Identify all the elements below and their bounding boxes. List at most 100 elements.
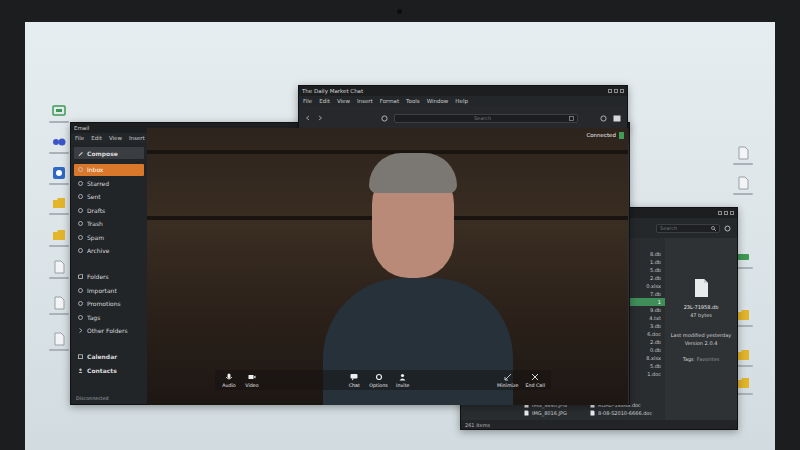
app-icon[interactable] bbox=[736, 250, 750, 264]
file-item[interactable]: IMG_8016.JPG bbox=[524, 409, 586, 417]
desktop-shortcut[interactable] bbox=[47, 228, 71, 247]
back-icon[interactable] bbox=[305, 115, 311, 121]
call-control-button[interactable]: Audio bbox=[221, 373, 237, 388]
app-icon[interactable] bbox=[52, 135, 66, 149]
refresh-icon[interactable] bbox=[381, 115, 388, 122]
mailbox-item[interactable]: Trash bbox=[74, 218, 144, 230]
folder-icon[interactable] bbox=[52, 228, 66, 242]
chat-window: The Daily Market ChatFileEditViewInsertF… bbox=[298, 85, 628, 130]
menu-item[interactable]: File bbox=[303, 98, 312, 104]
mailbox-item[interactable]: Drafts bbox=[74, 204, 144, 216]
desktop-shortcut[interactable] bbox=[47, 135, 71, 154]
window-control-icon[interactable] bbox=[614, 89, 618, 93]
compose-button[interactable]: Compose bbox=[74, 147, 144, 159]
window-control-icon[interactable] bbox=[724, 211, 728, 215]
desktop-shortcut[interactable] bbox=[47, 166, 71, 185]
video-frame: Connected Audio Video Chat Options Invite Mini… bbox=[147, 128, 628, 405]
window-control-icon[interactable] bbox=[620, 89, 624, 93]
menu-item[interactable]: View bbox=[109, 135, 122, 141]
mailbox-label: Inbox bbox=[87, 166, 103, 173]
window-control-icon[interactable] bbox=[730, 211, 734, 215]
desktop-shortcut[interactable] bbox=[47, 332, 71, 351]
search-icon bbox=[711, 226, 716, 231]
folder-icon[interactable] bbox=[52, 196, 66, 210]
mailbox-icon bbox=[78, 194, 83, 199]
search-field[interactable] bbox=[394, 114, 578, 123]
mailbox-item[interactable]: Spam bbox=[74, 231, 144, 243]
menu-item[interactable]: Tools bbox=[406, 98, 420, 104]
window-control-icon[interactable] bbox=[718, 211, 722, 215]
call-control-button[interactable]: Invite bbox=[395, 373, 411, 388]
other-folders-label: Other Folders bbox=[87, 327, 128, 334]
profile-icon[interactable] bbox=[613, 115, 621, 122]
desktop-shortcut[interactable] bbox=[47, 196, 71, 215]
folder-icon[interactable] bbox=[736, 376, 750, 390]
file-icon bbox=[590, 410, 595, 416]
document-icon[interactable] bbox=[52, 296, 66, 310]
document-icon[interactable] bbox=[736, 176, 750, 190]
call-control-button[interactable]: Chat bbox=[346, 373, 362, 388]
menu-item[interactable]: Format bbox=[380, 98, 399, 104]
desktop-shortcut[interactable] bbox=[47, 104, 71, 123]
mailbox-item[interactable]: Sent bbox=[74, 191, 144, 203]
app-item[interactable]: Contacts bbox=[74, 364, 144, 376]
other-folders[interactable]: Other Folders bbox=[74, 325, 144, 337]
call-control-button[interactable]: Options bbox=[369, 373, 388, 388]
document-icon[interactable] bbox=[52, 332, 66, 346]
search-field[interactable] bbox=[656, 224, 720, 233]
menu-item[interactable]: Insert bbox=[129, 135, 145, 141]
folder-icon[interactable] bbox=[736, 348, 750, 362]
control-label: Invite bbox=[396, 383, 409, 388]
search-input[interactable] bbox=[660, 225, 709, 231]
camera bbox=[397, 9, 402, 14]
control-group: Minimize End Call bbox=[497, 373, 545, 388]
menu-item[interactable]: View bbox=[337, 98, 350, 104]
mailbox-label: Starred bbox=[87, 180, 109, 187]
call-control-button[interactable]: Video bbox=[244, 373, 260, 388]
window-control-icon[interactable] bbox=[608, 89, 612, 93]
desktop-shortcut[interactable] bbox=[47, 296, 71, 315]
mailbox-item[interactable]: Inbox bbox=[74, 164, 144, 176]
folder-item[interactable]: Important bbox=[74, 284, 144, 296]
clear-icon[interactable] bbox=[569, 116, 574, 121]
mailbox-label: Sent bbox=[87, 193, 101, 200]
menu-item[interactable]: Window bbox=[427, 98, 449, 104]
search-input[interactable] bbox=[398, 115, 567, 121]
menu-item[interactable]: File bbox=[75, 135, 84, 141]
folder-item[interactable]: Promotions bbox=[74, 298, 144, 310]
menu-item[interactable]: Edit bbox=[91, 135, 102, 141]
call-control-button[interactable]: Minimize bbox=[497, 373, 518, 388]
folder-item[interactable]: Tags bbox=[74, 311, 144, 323]
tags-value[interactable]: Favorites bbox=[697, 356, 720, 362]
folder-icon bbox=[78, 315, 83, 320]
call-controls: Audio Video Chat Options Invite Minimize End C… bbox=[215, 370, 551, 390]
file-name: 5.db bbox=[650, 363, 661, 369]
mailbox-item[interactable]: Archive bbox=[74, 245, 144, 257]
window-controls bbox=[608, 89, 624, 93]
folders-heading[interactable]: Folders bbox=[74, 271, 144, 283]
gear-icon bbox=[375, 373, 383, 381]
desktop-shortcut[interactable] bbox=[731, 176, 755, 195]
call-status-label: Connected bbox=[586, 132, 616, 138]
menu-item[interactable]: Edit bbox=[319, 98, 330, 104]
desktop-shortcut[interactable] bbox=[731, 146, 755, 165]
help-icon[interactable] bbox=[600, 115, 607, 122]
menu-item[interactable]: Insert bbox=[357, 98, 373, 104]
desktop-shortcut[interactable] bbox=[47, 260, 71, 279]
app-icon[interactable] bbox=[52, 166, 66, 180]
document-icon[interactable] bbox=[736, 146, 750, 160]
folder-icon[interactable] bbox=[736, 308, 750, 322]
mailbox-icon bbox=[78, 235, 83, 240]
menu-item[interactable]: Help bbox=[455, 98, 468, 104]
forward-icon[interactable] bbox=[317, 115, 323, 121]
file-item[interactable]: 8-08-S2010-6666.doc bbox=[590, 409, 665, 417]
document-icon[interactable] bbox=[52, 260, 66, 274]
app-icon[interactable] bbox=[52, 104, 66, 118]
mailbox-item[interactable]: Starred bbox=[74, 177, 144, 189]
label-placeholder bbox=[49, 121, 69, 123]
file-icon bbox=[693, 278, 709, 298]
settings-icon[interactable] bbox=[724, 225, 731, 232]
file-name: 8-08-S2010-6666.doc bbox=[598, 410, 652, 416]
call-control-button[interactable]: End Call bbox=[525, 373, 545, 388]
app-item[interactable]: Calendar bbox=[74, 351, 144, 363]
